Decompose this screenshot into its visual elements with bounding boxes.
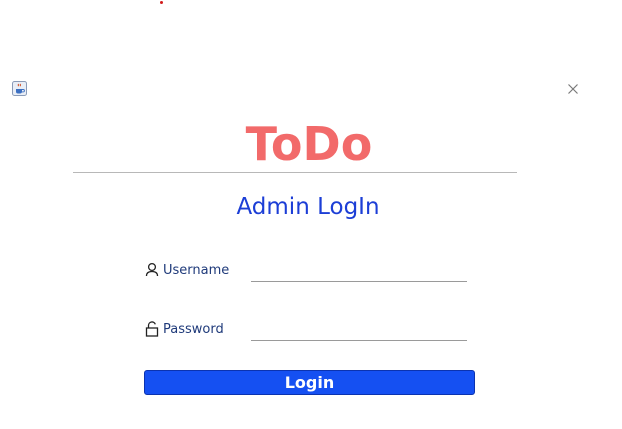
password-row: Password bbox=[145, 317, 475, 345]
title-divider bbox=[73, 172, 517, 173]
status-dot bbox=[160, 1, 163, 4]
login-window: ToDo Admin LogIn Username Password Login bbox=[0, 0, 622, 429]
login-button[interactable]: Login bbox=[144, 370, 475, 395]
app-title: ToDo bbox=[245, 117, 373, 171]
user-icon bbox=[145, 262, 159, 278]
lock-icon bbox=[145, 321, 159, 337]
password-input[interactable] bbox=[251, 317, 467, 341]
java-cup-icon bbox=[12, 81, 27, 96]
password-label: Password bbox=[163, 322, 224, 337]
username-row: Username bbox=[145, 258, 475, 286]
username-label: Username bbox=[163, 263, 230, 278]
page-subtitle: Admin LogIn bbox=[236, 194, 380, 220]
close-icon bbox=[568, 84, 578, 94]
username-input[interactable] bbox=[251, 258, 467, 282]
close-button[interactable] bbox=[564, 80, 582, 98]
